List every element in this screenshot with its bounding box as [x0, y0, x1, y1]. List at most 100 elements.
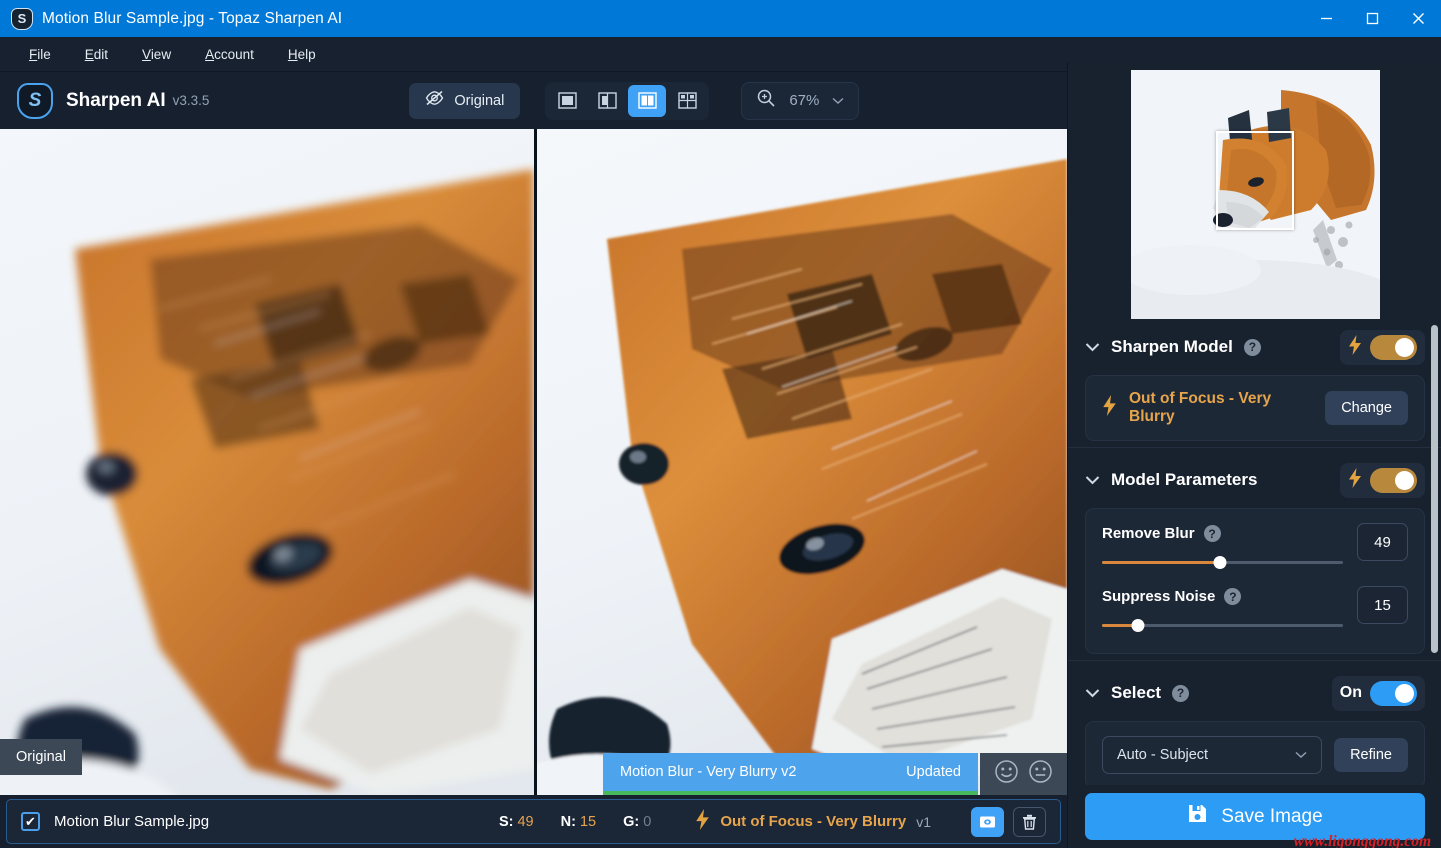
suppress-noise-value[interactable]: 15: [1357, 586, 1408, 624]
delete-button[interactable]: [1013, 807, 1046, 837]
single-pane-icon[interactable]: [548, 85, 586, 117]
sharpen-model-header[interactable]: Sharpen Model ?: [1085, 319, 1425, 375]
menu-item-edit[interactable]: Edit: [68, 42, 125, 67]
section-divider: [1068, 660, 1441, 661]
title-bar: S Motion Blur Sample.jpg - Topaz Sharpen…: [0, 0, 1441, 37]
eye-off-icon: [425, 90, 444, 111]
happy-emoji-icon[interactable]: [994, 759, 1019, 789]
result-status-bar: Motion Blur - Very Blurry v2 Updated: [603, 753, 978, 795]
help-icon[interactable]: ?: [1224, 588, 1241, 605]
parameter-remove-blur: Remove Blur ? 49: [1102, 523, 1408, 570]
save-image-button[interactable]: Save Image www.ligonggong.com: [1085, 793, 1425, 840]
stat-key-s: S:: [499, 814, 514, 830]
menu-item-account[interactable]: Account: [188, 42, 271, 67]
minimize-icon[interactable]: [1303, 0, 1349, 37]
model-parameters-title: Model Parameters: [1111, 470, 1257, 490]
sharpen-model-toggle[interactable]: [1340, 330, 1425, 365]
zoom-control[interactable]: 67%: [741, 82, 859, 120]
slider-fill: [1102, 561, 1220, 564]
help-icon[interactable]: ?: [1172, 685, 1189, 702]
processed-image-pane[interactable]: Motion Blur - Very Blurry v2 Updated: [537, 129, 1067, 795]
original-button-label: Original: [454, 93, 504, 109]
preview-button[interactable]: [971, 807, 1004, 837]
lightning-icon: [695, 809, 710, 835]
slider-knob[interactable]: [1214, 556, 1227, 569]
toggle-switch-on[interactable]: [1370, 681, 1417, 706]
select-header[interactable]: Select ? On: [1085, 665, 1425, 721]
result-model-name: Motion Blur - Very Blurry v2: [620, 764, 796, 780]
quad-pane-icon[interactable]: [668, 85, 706, 117]
window-title: Motion Blur Sample.jpg - Topaz Sharpen A…: [42, 10, 342, 28]
watermark-text: www.ligonggong.com: [1294, 833, 1431, 848]
sharpen-model-title: Sharpen Model: [1111, 337, 1233, 357]
file-model-version: v1: [916, 814, 931, 830]
toggle-switch-on[interactable]: [1370, 468, 1417, 493]
original-pane-label: Original: [0, 739, 82, 775]
select-toggle[interactable]: On: [1332, 676, 1425, 711]
save-image-label: Save Image: [1221, 806, 1322, 828]
stat-value-n: 15: [580, 814, 596, 830]
chevron-down-icon: [832, 92, 844, 110]
menu-item-file[interactable]: File: [12, 42, 68, 67]
split-pane-icon[interactable]: [588, 85, 626, 117]
suppress-noise-slider[interactable]: [1102, 619, 1343, 633]
remove-blur-value[interactable]: 49: [1357, 523, 1408, 561]
original-toggle-button[interactable]: Original: [409, 83, 520, 119]
application-window: S Motion Blur Sample.jpg - Topaz Sharpen…: [0, 0, 1441, 848]
chevron-down-icon[interactable]: [1085, 342, 1100, 352]
topaz-shield-icon: S: [11, 8, 33, 30]
model-parameters-section: Model Parameters Rem: [1068, 452, 1441, 654]
file-stats: S: 49 N: 15 G: 0: [499, 814, 651, 830]
processed-fox-image: [537, 129, 1067, 795]
navigator-thumbnail[interactable]: [1131, 70, 1380, 319]
original-image-pane[interactable]: Original: [0, 129, 534, 795]
file-model-name: Out of Focus - Very Blurry: [720, 813, 906, 830]
stat-sharpen: S: 49: [499, 814, 534, 830]
refine-button[interactable]: Refine: [1334, 738, 1408, 772]
neutral-emoji-icon[interactable]: [1028, 759, 1053, 789]
stat-noise: N: 15: [561, 814, 596, 830]
brand: S Sharpen AI v3.3.5: [17, 83, 209, 119]
model-parameters-toggle[interactable]: [1340, 463, 1425, 498]
remove-blur-slider[interactable]: [1102, 556, 1343, 570]
slider-knob[interactable]: [1132, 619, 1145, 632]
file-checkbox[interactable]: ✔: [21, 812, 40, 831]
sharpen-model-card: Out of Focus - Very Blurry Change: [1085, 375, 1425, 441]
select-title: Select: [1111, 683, 1161, 703]
select-card: Auto - Subject Refine: [1085, 721, 1425, 785]
zoom-in-icon: [756, 88, 776, 113]
lightning-icon: [1348, 335, 1362, 360]
change-model-button[interactable]: Change: [1325, 391, 1408, 425]
menu-label-edit: dit: [94, 47, 108, 62]
help-icon[interactable]: ?: [1204, 525, 1221, 542]
select-mode-dropdown[interactable]: Auto - Subject: [1102, 736, 1322, 774]
brand-name: Sharpen AI: [66, 90, 166, 112]
close-icon[interactable]: [1395, 0, 1441, 37]
suppress-noise-label: Suppress Noise: [1102, 588, 1215, 605]
menu-label-file: ile: [37, 47, 51, 62]
chevron-down-icon[interactable]: [1085, 475, 1100, 485]
menu-item-help[interactable]: Help: [271, 42, 333, 67]
panel-scrollbar[interactable]: [1431, 325, 1438, 653]
file-row[interactable]: ✔ Motion Blur Sample.jpg S: 49 N: 15 G: …: [6, 799, 1061, 844]
menu-label-help: elp: [298, 47, 316, 62]
model-parameters-header[interactable]: Model Parameters: [1085, 452, 1425, 508]
chevron-down-icon: [1295, 747, 1307, 763]
parameters-card: Remove Blur ? 49: [1085, 508, 1425, 654]
menu-item-view[interactable]: View: [125, 42, 188, 67]
navigator-viewport-rect[interactable]: [1216, 131, 1294, 230]
menu-label-view: iew: [151, 47, 171, 62]
maximize-icon[interactable]: [1349, 0, 1395, 37]
save-area: Save Image www.ligonggong.com: [1068, 785, 1441, 848]
side-by-side-icon[interactable]: [628, 85, 666, 117]
help-icon[interactable]: ?: [1244, 339, 1261, 356]
stat-key-n: N:: [561, 814, 576, 830]
file-status-bar: ✔ Motion Blur Sample.jpg S: 49 N: 15 G: …: [0, 795, 1067, 848]
brand-version: v3.3.5: [173, 93, 210, 108]
parameter-suppress-noise: Suppress Noise ? 15: [1102, 586, 1408, 633]
zoom-level-value: 67%: [789, 92, 819, 109]
chevron-down-icon[interactable]: [1085, 688, 1100, 698]
menu-label-account: ccount: [214, 47, 254, 62]
toggle-switch-on[interactable]: [1370, 335, 1417, 360]
window-controls: [1303, 0, 1441, 37]
